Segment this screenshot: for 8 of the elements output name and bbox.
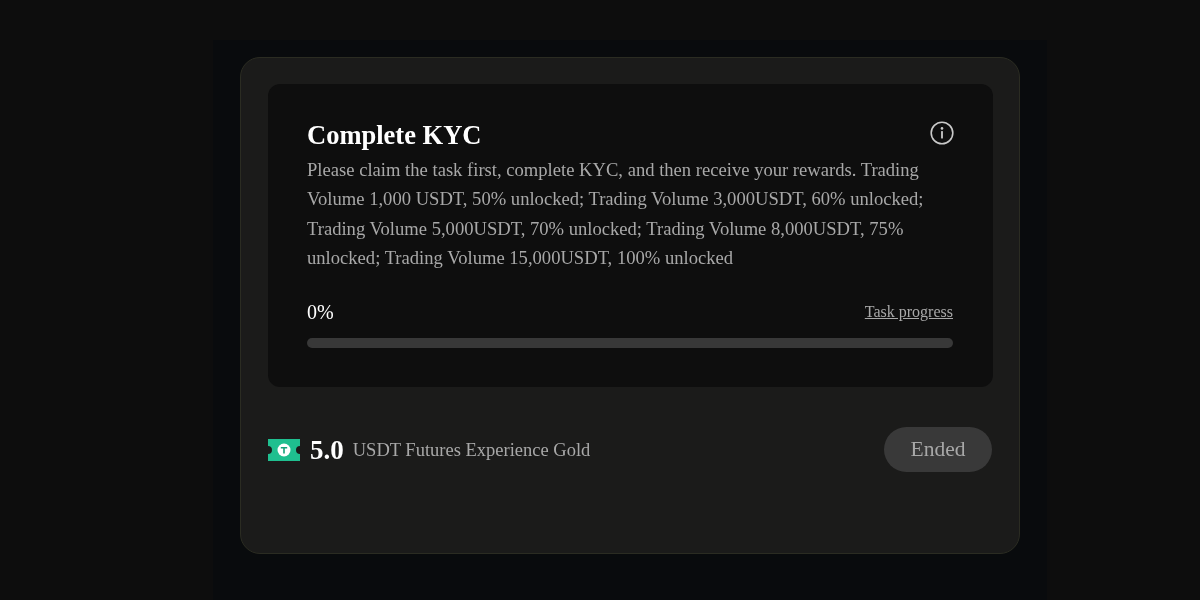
task-progress-link[interactable]: Task progress xyxy=(864,301,953,322)
info-icon[interactable] xyxy=(930,121,954,145)
reward-amount: 5.0 xyxy=(310,434,344,465)
progress-percent: 0% xyxy=(307,299,334,324)
task-description: Please claim the task first, complete KYC, and then receive your rewards. Trading Volume 1,000 USDT, 50% unlocked; Trading Volume 3,000USDT, 60% unlocked; Trading Volume 5,000USDT, 70% unlocked; Trading Volume 8,000USDT, 75% unlocked; Trading Volume 15,000USDT, 100% unlocked xyxy=(307,158,925,271)
task-title: Complete KYC xyxy=(307,119,482,152)
ticket-icon xyxy=(268,438,300,461)
reward-name: USDT Futures Experience Gold xyxy=(352,438,591,462)
